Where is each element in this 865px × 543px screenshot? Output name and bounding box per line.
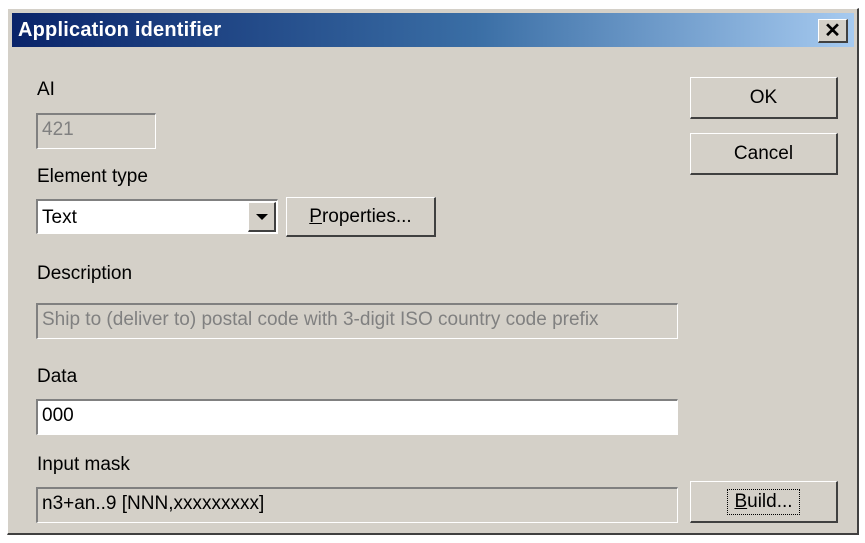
element-type-select[interactable]: Text <box>36 199 278 234</box>
cancel-button-label: Cancel <box>733 142 794 164</box>
dropdown-button[interactable] <box>248 202 276 232</box>
properties-button-label: Properties... <box>309 205 412 227</box>
title-bar[interactable]: Application identifier ✕ <box>12 13 854 47</box>
ok-button[interactable]: OK <box>690 77 838 119</box>
properties-button[interactable]: Properties... <box>286 197 436 237</box>
close-button[interactable]: ✕ <box>818 19 848 43</box>
ai-label: AI <box>37 79 55 100</box>
element-type-label: Element type <box>37 166 148 187</box>
close-icon: ✕ <box>824 20 841 42</box>
build-button-label: Build... <box>727 488 800 515</box>
description-label: Description <box>37 263 133 284</box>
cancel-button[interactable]: Cancel <box>690 133 838 175</box>
application-identifier-dialog: Application identifier ✕ AI 421 Element … <box>7 8 859 535</box>
build-button[interactable]: Build... <box>690 481 838 523</box>
ok-button-label: OK <box>749 86 778 108</box>
dialog-title: Application identifier <box>18 19 222 41</box>
input-mask-label: Input mask <box>37 454 130 475</box>
ai-field: 421 <box>36 113 156 149</box>
element-type-value: Text <box>42 207 77 228</box>
description-field: Ship to (deliver to) postal code with 3-… <box>36 303 678 339</box>
chevron-down-icon <box>255 213 268 220</box>
data-input[interactable]: 000 <box>36 399 678 435</box>
data-label: Data <box>37 366 78 387</box>
input-mask-field: n3+an..9 [NNN,xxxxxxxxx] <box>36 487 678 523</box>
